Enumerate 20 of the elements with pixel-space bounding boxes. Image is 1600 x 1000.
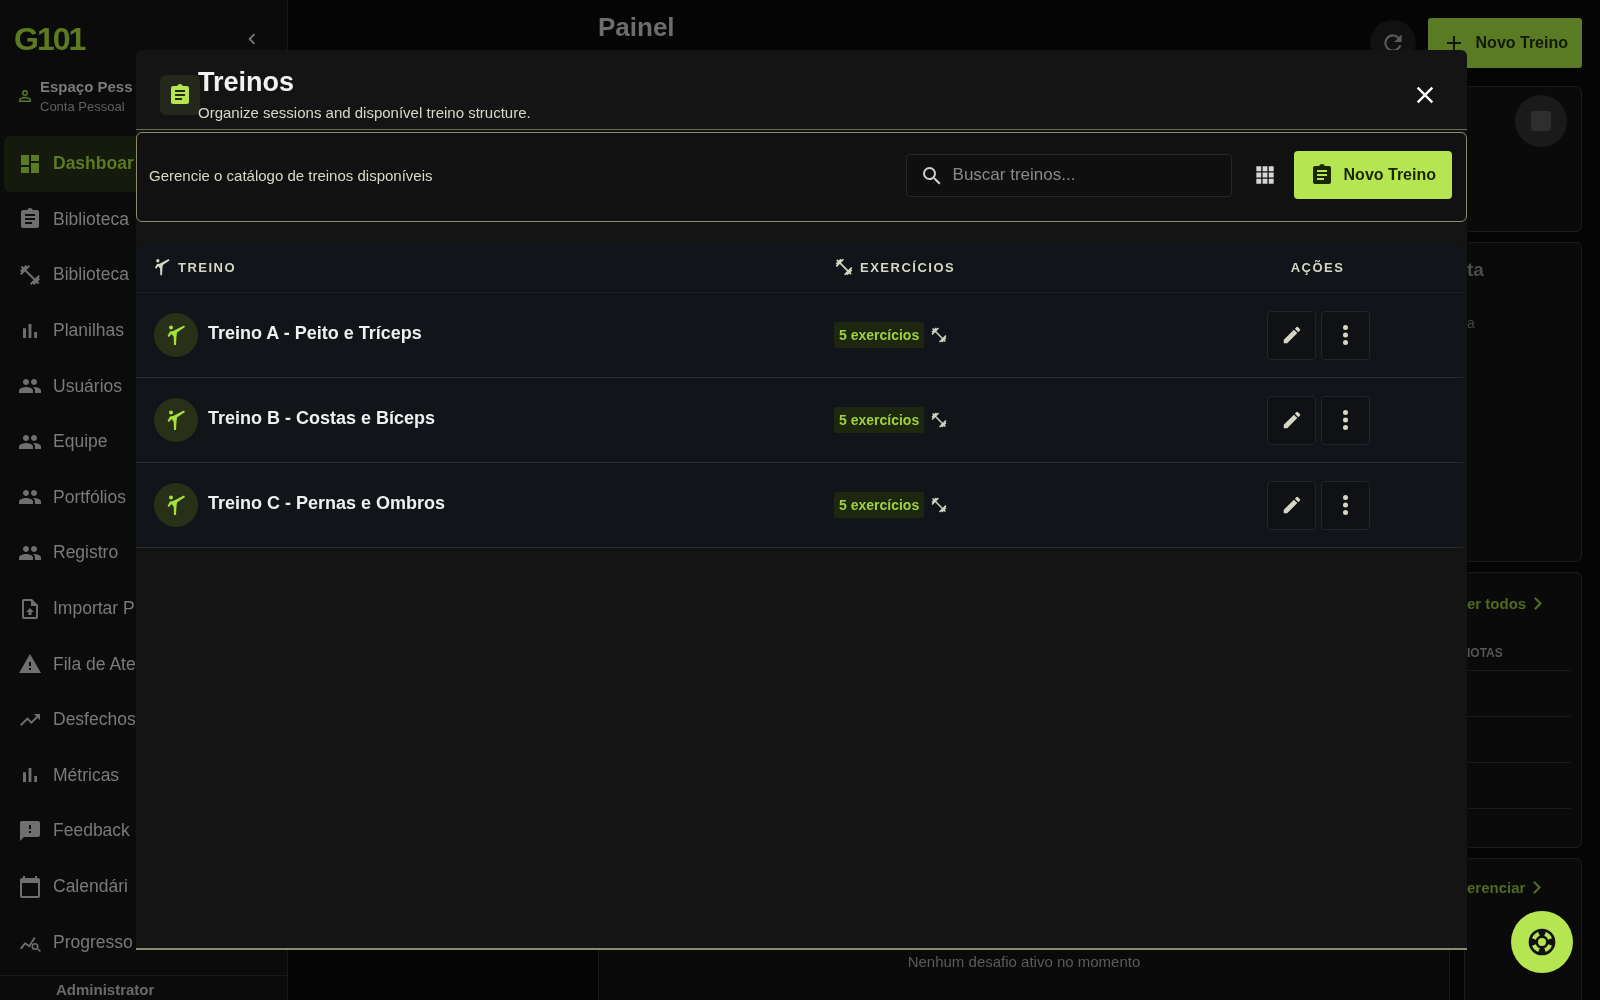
exercise-count-badge: 5 exercícios: [834, 407, 925, 433]
modal-title: Treinos: [198, 68, 296, 98]
exercise-count-badge: 5 exercícios: [834, 492, 925, 518]
logo: G101: [14, 20, 85, 58]
card-title: ta: [1467, 259, 1485, 281]
workout-name: Treino C - Pernas e Ombros: [208, 492, 446, 514]
column-header: TREINO: [178, 259, 237, 275]
empty-message: Nenhum desafio ativo no momento: [907, 953, 1141, 970]
page-title: Painel: [598, 12, 675, 43]
description-text: Gerencie o catálogo de treinos disponíveis: [149, 166, 433, 184]
workout-name: Treino B - Costas e Bíceps: [208, 407, 436, 429]
card-text: a: [1467, 315, 1476, 331]
column-header: AÇÕES: [1290, 259, 1345, 275]
workspace-type: Conta Pessoal: [40, 99, 126, 114]
workspace-name: Espaço Pess: [40, 78, 133, 95]
modal-subtitle: Organize sessions and disponível treino structure.: [198, 103, 531, 121]
column-header: EXERCÍCIOS: [860, 259, 956, 275]
user-name: Administrator: [0, 975, 287, 1000]
workout-name: Treino A - Peito e Tríceps: [208, 322, 422, 344]
exercise-count-badge: 5 exercícios: [834, 322, 925, 348]
